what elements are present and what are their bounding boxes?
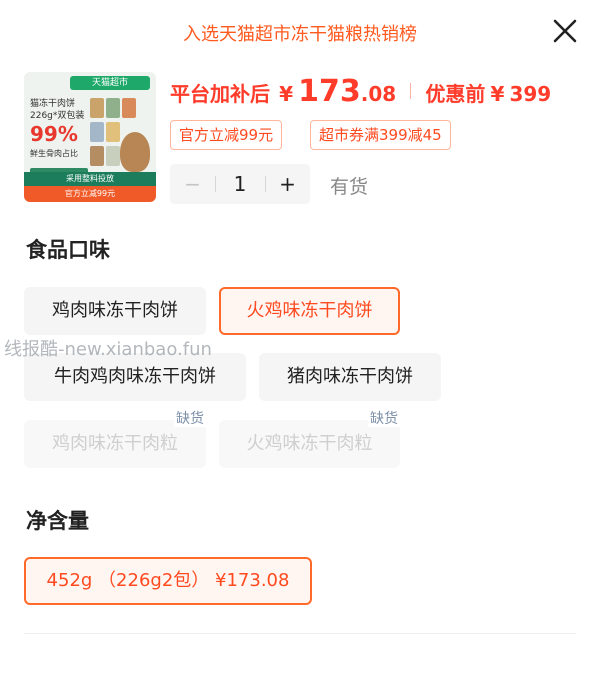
weight-section-title: 净含量 [26, 509, 89, 533]
flavor-option-turkey-bites[interactable]: 火鸡味冻干肉粒 缺货 [219, 411, 400, 468]
thumbnail-banner-2: 官方立减99元 [24, 186, 156, 202]
flavor-option-turkey-patty[interactable]: 火鸡味冻干肉饼 [219, 287, 400, 335]
coupon-tag: 官方立减99元 [170, 120, 283, 150]
price-separator [410, 83, 412, 99]
original-price-label: 优惠前 [425, 82, 486, 106]
divider [24, 633, 576, 634]
close-button[interactable] [548, 14, 582, 48]
thumbnail-text: 猫冻干肉饼 226g*双包装 [30, 99, 85, 121]
weight-option-452g[interactable]: 452g （226g2包） ¥173.08 [24, 557, 312, 605]
price-label: 平台加补后 [170, 82, 270, 106]
price-integer: 173 [298, 74, 361, 109]
watermark: 线报酷-new.xianbao.fun [4, 339, 212, 360]
original-price: 399 [509, 82, 552, 106]
header-title: 入选天猫超市冻干猫粮热销榜 [183, 24, 417, 45]
thumbnail-caption: 鲜生骨肉占比 [30, 149, 78, 158]
flavor-option-pork-patty[interactable]: 猪肉味冻干肉饼 [259, 353, 441, 401]
price-row: 平台加补后 ¥ 173.08 优惠前 ¥ 399 [170, 74, 551, 110]
out-of-stock-badge: 缺货 [368, 411, 400, 427]
increase-button[interactable]: + [265, 164, 310, 204]
flavor-option-chicken-bites[interactable]: 鸡肉味冻干肉粒 缺货 [24, 411, 206, 468]
quantity-value[interactable]: 1 [215, 164, 265, 204]
original-price-currency: ¥ [490, 82, 505, 106]
flavor-section-title: 食品口味 [26, 238, 110, 262]
close-icon [553, 19, 577, 43]
product-thumbnail[interactable]: 天猫超市 猫冻干肉饼 226g*双包装 99% 鲜生骨肉占比 采用整料投放 官方… [24, 72, 156, 202]
quantity-stepper: − 1 + [170, 164, 310, 204]
stock-status: 有货 [330, 176, 369, 198]
thumbnail-percent: 99% [30, 122, 78, 146]
thumbnail-banner-1: 采用整料投放 [24, 172, 156, 186]
flavor-option-chicken-patty[interactable]: 鸡肉味冻干肉饼 [24, 287, 206, 335]
cat-image [120, 132, 150, 172]
price-currency: ¥ [279, 82, 294, 106]
coupon-tag: 超市券满399减45 [310, 120, 451, 150]
price-decimal: .08 [360, 82, 397, 106]
flavor-option-label: 鸡肉味冻干肉粒 [52, 433, 178, 454]
out-of-stock-badge: 缺货 [174, 411, 206, 427]
decrease-button[interactable]: − [170, 164, 215, 204]
flavor-option-label: 火鸡味冻干肉粒 [246, 433, 373, 454]
thumbnail-brand: 天猫超市 [70, 76, 150, 90]
